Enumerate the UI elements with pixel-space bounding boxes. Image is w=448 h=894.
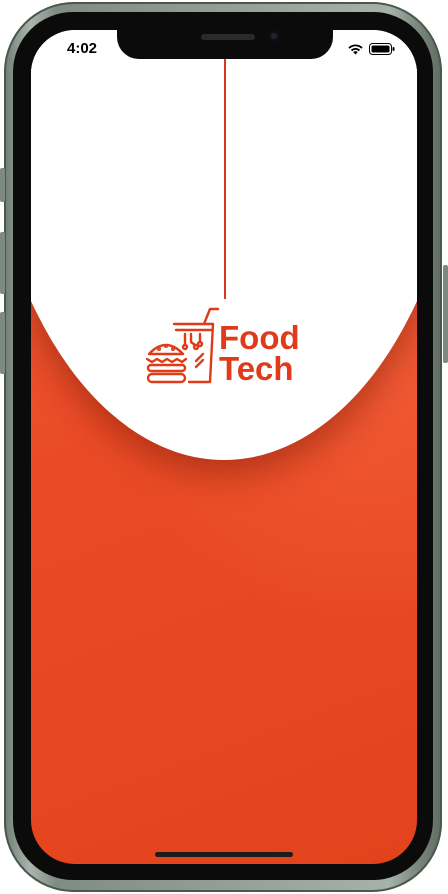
mute-switch [0,168,5,202]
display-notch [117,30,333,59]
battery-icon [369,42,395,60]
volume-up-button [0,232,5,294]
volume-down-button [0,312,5,374]
home-indicator[interactable] [155,852,293,857]
power-button [443,265,448,363]
phone-device: 4:02 Food Tech [0,0,448,894]
front-camera [269,31,279,41]
brand-wordmark: Food Tech [219,319,300,387]
splash-screen: 4:02 Food Tech [31,30,417,864]
wifi-icon [347,42,364,60]
earpiece-speaker [201,34,255,40]
brand-line-tech: Tech [219,350,294,387]
status-time: 4:02 [67,40,98,57]
status-icons [347,42,395,60]
brand-line-food: Food [219,319,300,356]
hanging-line [224,56,226,299]
